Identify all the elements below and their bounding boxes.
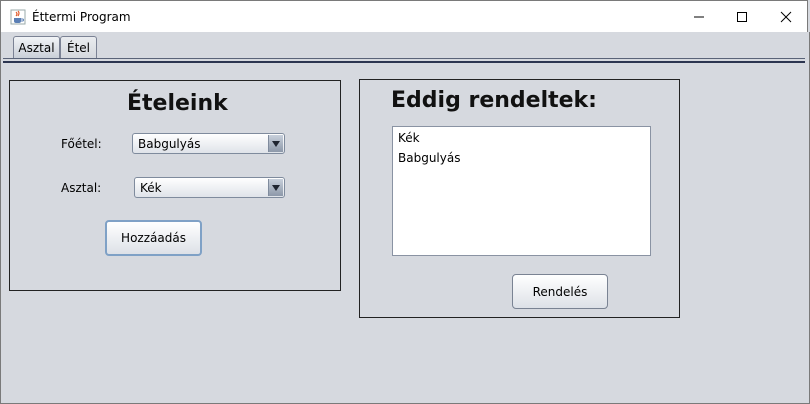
- java-cup-icon: [10, 9, 26, 25]
- minimize-button[interactable]: [676, 1, 722, 32]
- title-bar: Éttermi Program: [0, 0, 808, 32]
- add-button[interactable]: Hozzáadás: [105, 220, 202, 256]
- tab-divider: [3, 58, 805, 59]
- panel-heading: Ételeink: [127, 91, 228, 116]
- maximize-icon: [737, 11, 747, 22]
- close-button[interactable]: [763, 1, 809, 32]
- table-label: Asztal:: [61, 181, 102, 195]
- window-content: Asztal Étel Ételeink Főétel: Babgulyás A…: [0, 32, 810, 404]
- close-icon: [780, 11, 792, 22]
- add-button-label: Hozzáadás: [121, 231, 186, 245]
- main-course-select[interactable]: Babgulyás: [132, 133, 285, 154]
- tab-label: Asztal: [18, 40, 55, 55]
- table-select[interactable]: Kék: [134, 177, 285, 198]
- window-title: Éttermi Program: [32, 10, 131, 24]
- list-item[interactable]: Babgulyás: [398, 151, 460, 165]
- chevron-down-icon: [268, 135, 283, 152]
- list-item[interactable]: Kék: [398, 131, 420, 145]
- maximize-button[interactable]: [719, 1, 765, 32]
- chevron-down-icon: [268, 179, 283, 196]
- food-panel: Ételeink Főétel: Babgulyás Asztal: Kék H…: [9, 80, 341, 291]
- order-button[interactable]: Rendelés: [512, 274, 608, 309]
- main-course-value: Babgulyás: [138, 137, 201, 151]
- tab-label: Étel: [66, 40, 90, 55]
- tab-divider: [3, 61, 805, 63]
- panel-heading: Eddig rendeltek:: [391, 88, 597, 113]
- orders-panel: Eddig rendeltek: Kék Babgulyás Rendelés: [359, 79, 680, 318]
- minimize-icon: [694, 16, 704, 17]
- orders-list[interactable]: Kék Babgulyás: [392, 126, 651, 256]
- order-button-label: Rendelés: [532, 284, 588, 299]
- tab-asztal[interactable]: Asztal: [13, 36, 60, 58]
- main-course-label: Főétel:: [61, 137, 102, 151]
- tab-etel[interactable]: Étel: [60, 36, 97, 58]
- table-value: Kék: [140, 181, 162, 195]
